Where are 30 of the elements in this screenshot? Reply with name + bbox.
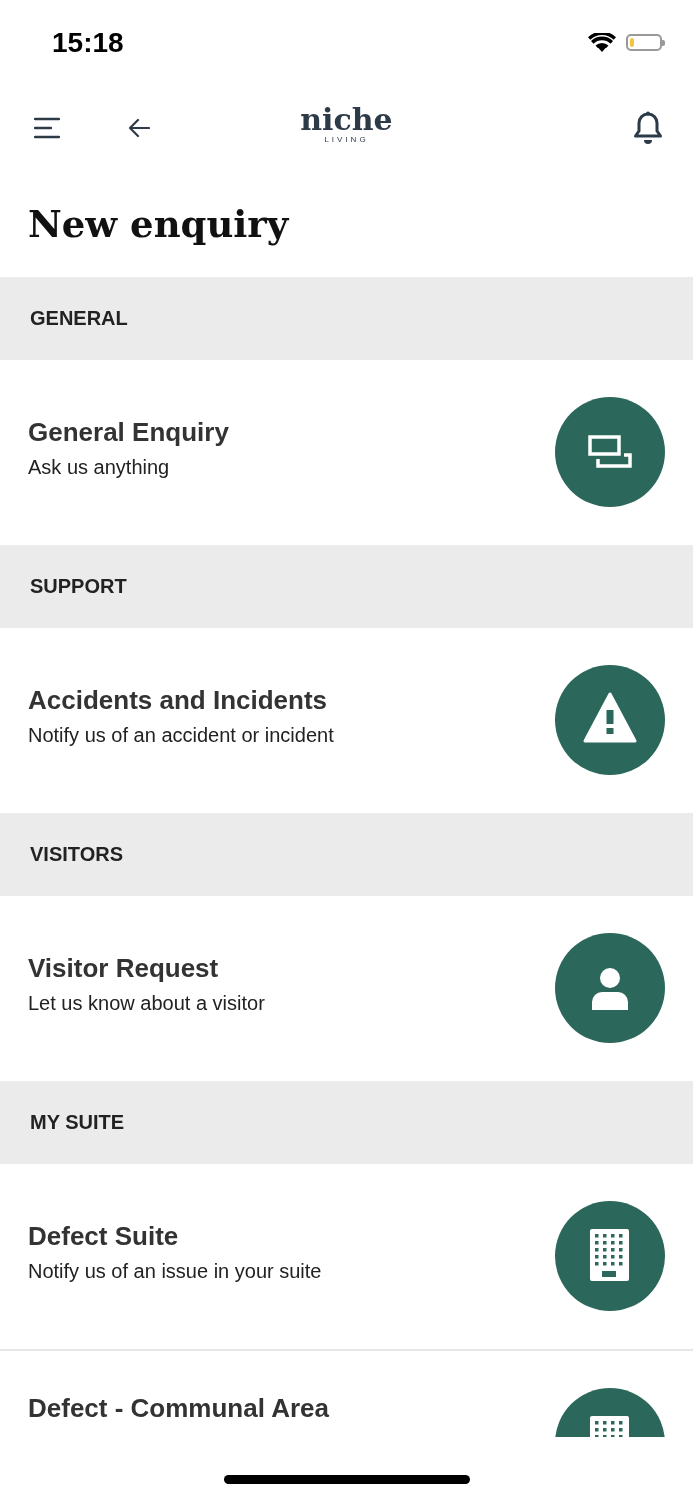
item-title: Accidents and Incidents <box>28 685 329 716</box>
enquiry-item[interactable]: Visitor Request Let us know about a visitor <box>0 896 693 1081</box>
item-subtitle: Let us know about a visitor <box>28 992 265 1015</box>
enquiry-item[interactable]: Accidents and Incidents Notify us of an accident or incident <box>0 628 693 813</box>
item-subtitle: Notify us of an accident or incident <box>28 724 334 747</box>
item-subtitle: Ask us anything <box>28 456 171 479</box>
battery-icon <box>626 34 665 51</box>
wifi-icon <box>588 32 616 53</box>
bell-icon[interactable] <box>633 110 663 145</box>
page-title: New enquiry <box>27 200 290 248</box>
item-title: General Enquiry <box>28 417 229 448</box>
section-header: VISITORS <box>0 813 693 896</box>
menu-icon[interactable] <box>34 116 60 139</box>
logo-subtitle: LIVING <box>324 135 369 144</box>
section-header: GENERAL <box>0 277 693 360</box>
warning-icon <box>555 665 665 775</box>
item-title: Defect - Communal Area <box>28 1393 329 1424</box>
back-arrow-icon[interactable] <box>128 117 150 138</box>
enquiry-item[interactable]: Defect Suite Notify us of an issue in your suite <box>0 1164 693 1349</box>
logo-wordmark: niche <box>300 105 393 135</box>
item-subtitle: Notify us of an issue in your suite <box>28 1260 322 1283</box>
section-header: SUPPORT <box>0 545 693 628</box>
person-icon <box>555 933 665 1043</box>
enquiry-item[interactable]: General Enquiry Ask us anything <box>0 360 693 545</box>
chat-windows-icon <box>555 397 665 507</box>
building-icon <box>555 1201 665 1311</box>
status-time: 15:18 <box>52 26 124 59</box>
item-title: Defect Suite <box>28 1221 180 1252</box>
item-title: Visitor Request <box>28 953 220 984</box>
section-header: MY SUITE <box>0 1081 693 1164</box>
